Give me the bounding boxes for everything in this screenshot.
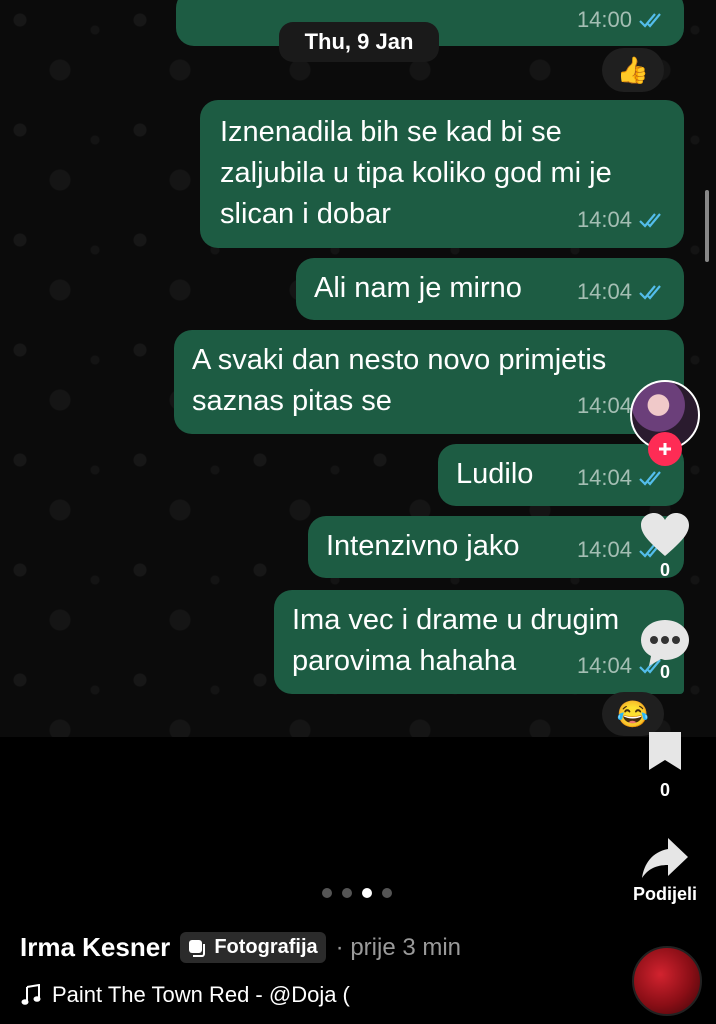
music-info[interactable]: Paint The Town Red - @Doja ( bbox=[20, 982, 350, 1008]
thumbs-up-icon: 👍 bbox=[616, 54, 650, 85]
comment-count: 0 bbox=[659, 662, 670, 682]
message-time: 14:04 bbox=[576, 279, 632, 304]
follow-button[interactable] bbox=[648, 432, 682, 466]
message-meta: 14:00 bbox=[577, 0, 666, 40]
chat-screenshot: 14:00 Thu, 9 Jan 👍 Iznenadila bih se kad… bbox=[0, 0, 716, 737]
music-note-icon bbox=[21, 984, 41, 1005]
message-time: 14:04 bbox=[576, 393, 632, 418]
tick-icon bbox=[638, 470, 666, 486]
carousel-indicator bbox=[322, 888, 392, 898]
save-count: 0 bbox=[659, 780, 670, 800]
music-title: Paint The Town Red - @Doja ( bbox=[52, 982, 350, 1007]
message-bubble: Ima vec i drame u drugim parovima hahaha… bbox=[274, 590, 684, 694]
message-meta: 14:04 bbox=[577, 271, 666, 312]
like-button[interactable]: 0 bbox=[636, 512, 694, 581]
message-bubble: Ali nam je mirno 14:04 bbox=[296, 258, 684, 320]
post-time: · prije 3 min bbox=[335, 933, 462, 961]
date-pill: Thu, 9 Jan bbox=[279, 22, 439, 62]
message-time: 14:04 bbox=[576, 207, 632, 232]
bookmark-icon bbox=[649, 732, 681, 770]
comment-button[interactable]: 0 bbox=[636, 618, 694, 683]
message-bubble: A svaki dan nesto novo primjetis saznas … bbox=[174, 330, 684, 434]
tick-icon bbox=[638, 12, 666, 28]
message-time: 14:04 bbox=[576, 653, 632, 678]
laughing-emoji-icon: 😂 bbox=[616, 698, 650, 729]
photo-tag[interactable]: Fotografija bbox=[180, 932, 326, 963]
message-bubble: Intenzivno jako 14:04 bbox=[308, 516, 684, 578]
message-time: 14:04 bbox=[576, 537, 632, 562]
music-disc[interactable] bbox=[632, 946, 702, 1016]
message-time: 14:04 bbox=[576, 465, 632, 490]
author-name[interactable]: Irma Kesner bbox=[20, 932, 170, 963]
like-count: 0 bbox=[659, 560, 670, 580]
comment-icon bbox=[641, 620, 689, 666]
reaction-badge-top: 👍 bbox=[602, 48, 664, 92]
message-bubble: Iznenadila bih se kad bi se zaljubila u … bbox=[200, 100, 684, 248]
chat-scrollbar bbox=[705, 190, 709, 262]
photo-tag-label: Fotografija bbox=[214, 936, 318, 958]
carousel-dot bbox=[362, 888, 372, 898]
share-icon bbox=[642, 838, 688, 878]
post-info: Irma Kesner Fotografija · prije 3 min bbox=[20, 932, 461, 963]
avatar-follow[interactable] bbox=[628, 380, 702, 466]
share-button[interactable]: Podijeli bbox=[624, 836, 706, 905]
tick-icon bbox=[638, 284, 666, 300]
message-time: 14:00 bbox=[576, 7, 632, 32]
carousel-dot bbox=[342, 888, 352, 898]
heart-icon bbox=[641, 513, 689, 556]
carousel-dot bbox=[322, 888, 332, 898]
save-button[interactable]: 0 bbox=[636, 730, 694, 801]
plus-icon bbox=[659, 443, 671, 455]
carousel-dot bbox=[382, 888, 392, 898]
photo-tag-icon bbox=[189, 939, 206, 957]
share-label: Podijeli bbox=[632, 884, 697, 904]
message-meta: 14:04 bbox=[577, 199, 666, 240]
tick-icon bbox=[638, 212, 666, 228]
